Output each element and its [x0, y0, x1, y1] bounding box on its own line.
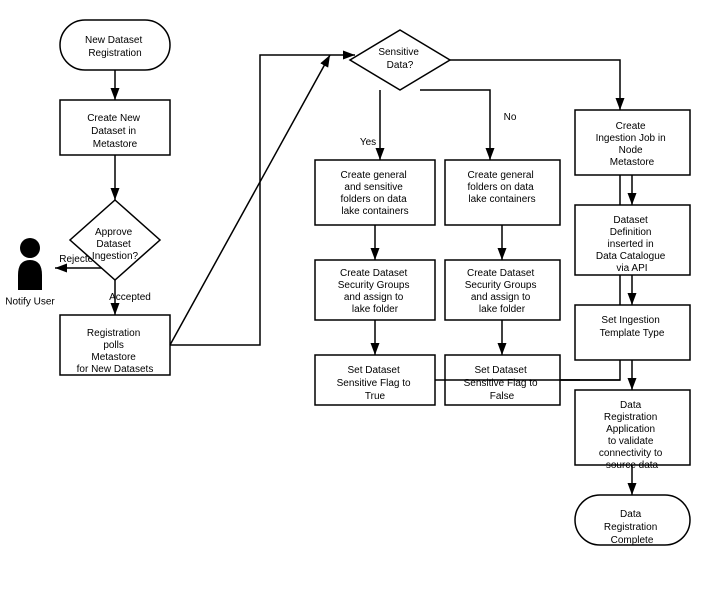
- arrow-sensitive-to-ingestion: [450, 60, 620, 110]
- approve-ingestion-text: Approve Dataset Ingestion?: [92, 227, 139, 262]
- arrow-polls-sensitive: [170, 55, 330, 345]
- arrow-no: [420, 90, 490, 160]
- notify-user-label: Notify User: [5, 297, 55, 308]
- yes-label: Yes: [360, 137, 376, 148]
- no-label: No: [504, 112, 517, 123]
- notify-user-icon: [18, 238, 42, 290]
- create-dataset-text: Create New Dataset in Metastore: [87, 113, 143, 150]
- create-general-folders-text: Create general folders on data lake cont…: [468, 170, 537, 205]
- accepted-label: Accepted: [109, 292, 151, 303]
- flowchart-diagram: Notify User Rejected New Dataset Registr…: [0, 0, 718, 616]
- create-general-sensitive-text: Create general and sensitive folders on …: [341, 170, 410, 217]
